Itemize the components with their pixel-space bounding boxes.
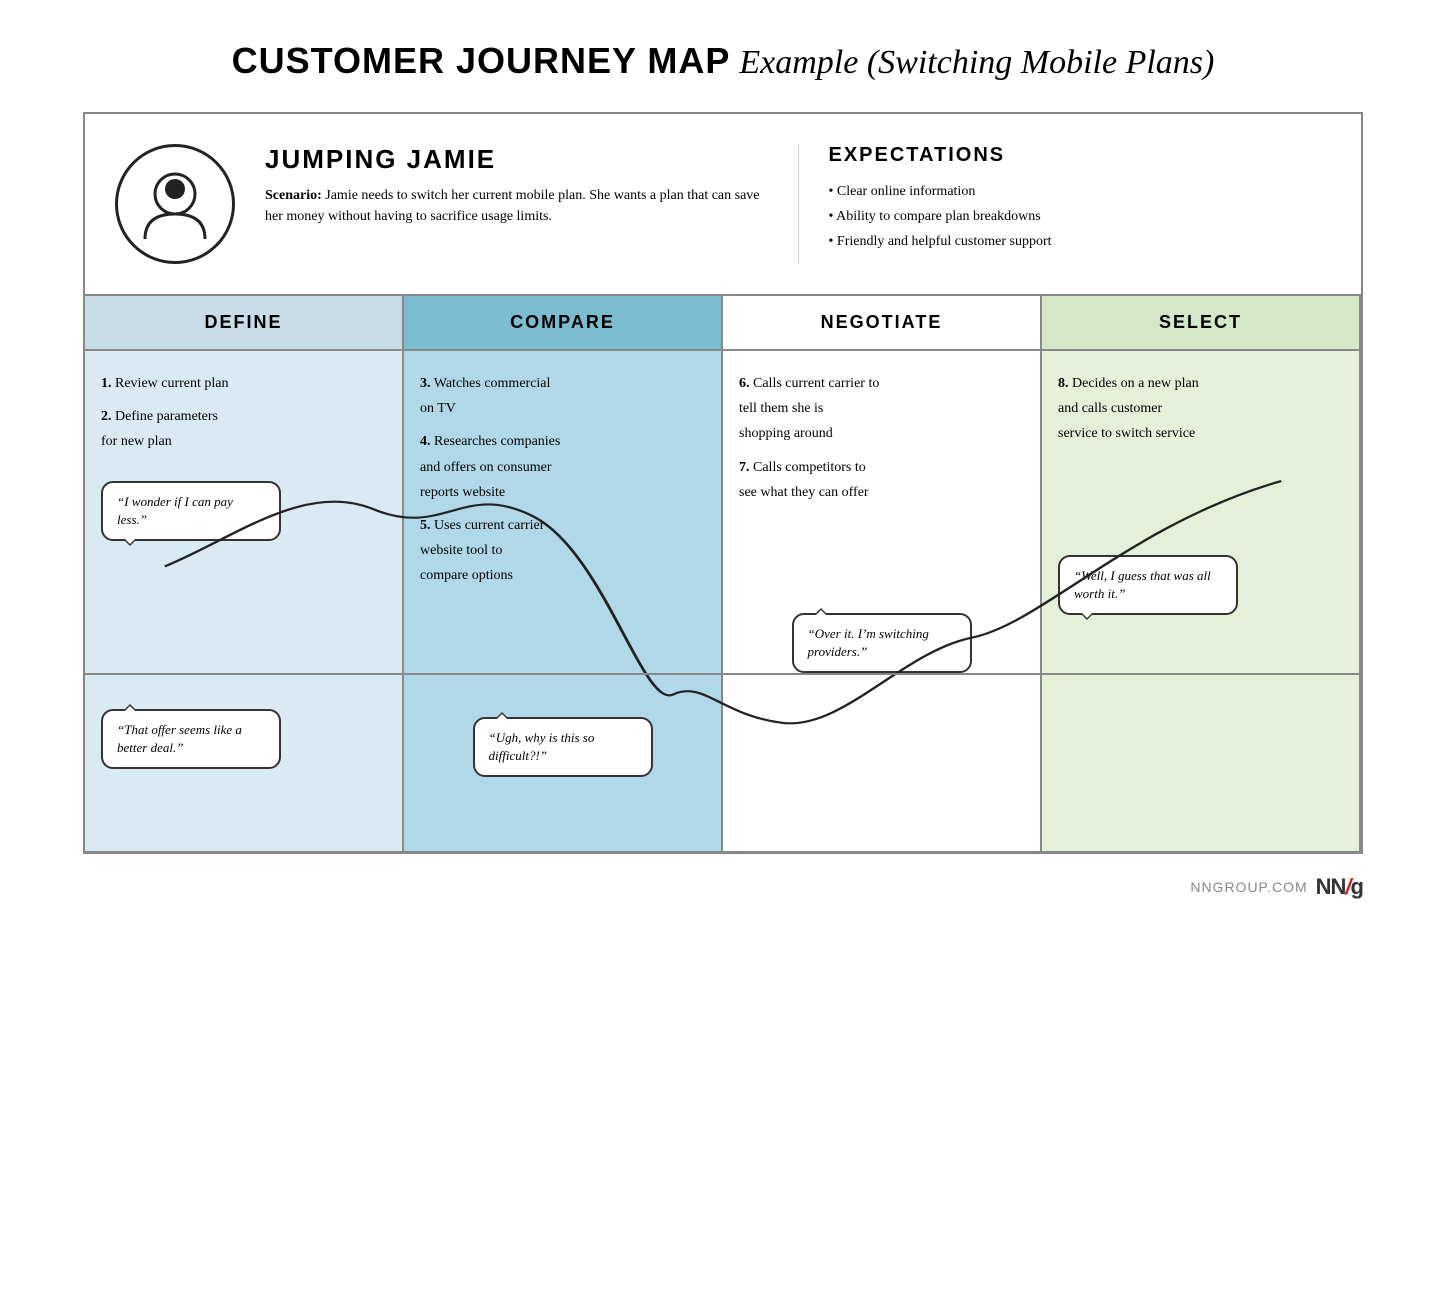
expectations-section: EXPECTATIONS Clear online information Ab… <box>829 144 1332 264</box>
phase-compare: COMPARE 3. Watches commercialon TV 4. Re… <box>404 296 723 851</box>
persona-avatar <box>115 144 235 264</box>
persona-info: JUMPING JAMIE Scenario: Jamie needs to s… <box>265 144 799 264</box>
main-frame: JUMPING JAMIE Scenario: Jamie needs to s… <box>83 112 1363 854</box>
expectations-title: EXPECTATIONS <box>829 144 1332 167</box>
persona-scenario: Scenario: Jamie needs to switch her curr… <box>265 185 768 227</box>
select-step-8: 8. Decides on a new planand calls custom… <box>1058 371 1343 447</box>
persona-section: JUMPING JAMIE Scenario: Jamie needs to s… <box>85 114 1361 296</box>
phase-define-header: DEFINE <box>85 296 402 351</box>
phase-define-content: 1. Review current plan 2. Define paramet… <box>85 351 402 851</box>
scenario-text: Jamie needs to switch her current mobile… <box>265 188 760 224</box>
branding-logo: NN/g <box>1316 874 1363 900</box>
negotiate-steps: 6. Calls current carrier totell them she… <box>739 371 1024 505</box>
compare-step-4: 4. Researches companiesand offers on con… <box>420 429 705 505</box>
compare-bubble-1: “Ugh, why is this so difficult?!” <box>473 717 653 777</box>
phase-define: DEFINE 1. Review current plan 2. Define … <box>85 296 404 851</box>
define-steps: 1. Review current plan 2. Define paramet… <box>101 371 386 455</box>
negotiate-step-6: 6. Calls current carrier totell them she… <box>739 371 1024 447</box>
expectation-item-1: Clear online information <box>829 179 1332 204</box>
persona-name: JUMPING JAMIE <box>265 144 768 175</box>
define-step-1: 1. Review current plan <box>101 371 386 396</box>
phase-select-content: 8. Decides on a new planand calls custom… <box>1042 351 1359 851</box>
define-bubble-2: “That offer seems like a better deal.” <box>101 709 281 769</box>
compare-step-3: 3. Watches commercialon TV <box>420 371 705 421</box>
expectation-item-2: Ability to compare plan breakdowns <box>829 204 1332 229</box>
expectation-item-3: Friendly and helpful customer support <box>829 229 1332 254</box>
phase-select: SELECT 8. Decides on a new planand calls… <box>1042 296 1361 851</box>
scenario-label: Scenario: <box>265 188 322 203</box>
negotiate-step-7: 7. Calls competitors tosee what they can… <box>739 455 1024 505</box>
phase-compare-content: 3. Watches commercialon TV 4. Researches… <box>404 351 721 851</box>
title-bold: CUSTOMER JOURNEY MAP <box>232 40 731 81</box>
expectations-list: Clear online information Ability to comp… <box>829 179 1332 255</box>
title-italic: Example (Switching Mobile Plans) <box>739 44 1214 81</box>
phase-select-header: SELECT <box>1042 296 1359 351</box>
phase-negotiate: NEGOTIATE 6. Calls current carrier totel… <box>723 296 1042 851</box>
negotiate-bubble-1: “Over it. I’m switching providers.” <box>792 613 972 673</box>
avatar-svg <box>130 159 220 249</box>
define-step-2: 2. Define parametersfor new plan <box>101 404 386 454</box>
select-bubble-1: “Well, I guess that was all worth it.” <box>1058 555 1238 615</box>
compare-step-5: 5. Uses current carrierwebsite tool toco… <box>420 513 705 589</box>
page-title: CUSTOMER JOURNEY MAP Example (Switching … <box>60 40 1386 82</box>
phases-row: DEFINE 1. Review current plan 2. Define … <box>85 296 1361 853</box>
compare-steps: 3. Watches commercialon TV 4. Researches… <box>420 371 705 589</box>
select-steps: 8. Decides on a new planand calls custom… <box>1058 371 1343 447</box>
phase-negotiate-content: 6. Calls current carrier totell them she… <box>723 351 1040 851</box>
phase-negotiate-header: NEGOTIATE <box>723 296 1040 351</box>
phase-compare-header: COMPARE <box>404 296 721 351</box>
branding-site: NNGROUP.COM <box>1190 879 1307 895</box>
define-bubble-1: “I wonder if I can pay less.” <box>101 481 281 541</box>
branding: NNGROUP.COM NN/g <box>83 854 1363 900</box>
